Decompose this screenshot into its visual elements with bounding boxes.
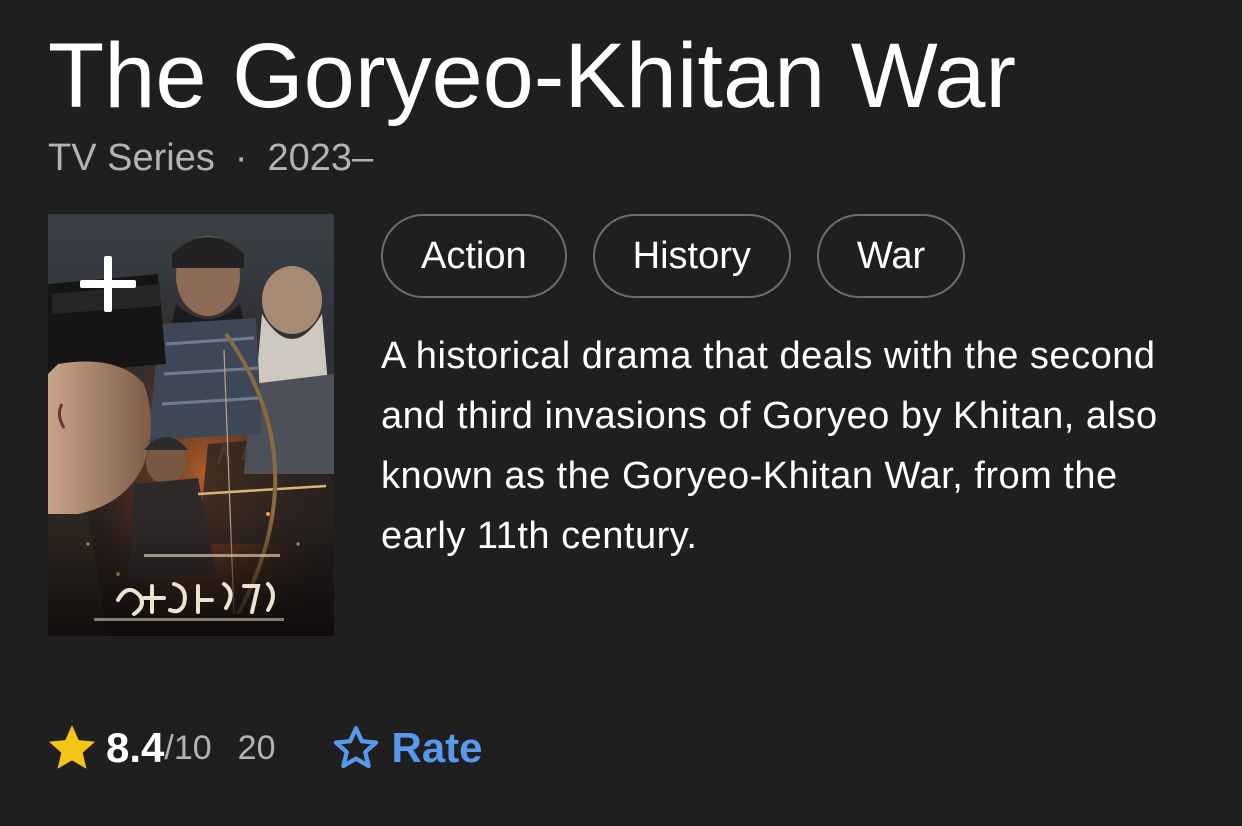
title-meta: TV Series · 2023– xyxy=(48,136,373,180)
star-icon xyxy=(48,725,96,769)
genre-chip-war[interactable]: War xyxy=(816,214,966,298)
release-years: 2023– xyxy=(267,137,374,179)
plot-description[interactable]: A historical drama that deals with the s… xyxy=(381,326,1201,566)
rating-count: 20 xyxy=(237,728,276,767)
page-title: The Goryeo-Khitan War xyxy=(48,25,1017,127)
star-outline-icon xyxy=(334,726,379,769)
series-type: TV Series xyxy=(48,137,215,179)
genre-chip-action[interactable]: Action xyxy=(381,214,567,298)
rate-label: Rate xyxy=(391,724,483,771)
add-to-watchlist-button[interactable] xyxy=(52,214,164,364)
genre-chips: Action History War xyxy=(381,214,966,298)
meta-separator: · xyxy=(234,137,248,179)
rating-bar: 8.4/10 20 Rate xyxy=(44,716,483,780)
rate-button[interactable]: Rate xyxy=(329,721,483,775)
rating-out-of: /10 xyxy=(164,728,212,767)
genre-chip-history[interactable]: History xyxy=(592,214,791,298)
rating-score: 8.4 xyxy=(106,724,165,771)
